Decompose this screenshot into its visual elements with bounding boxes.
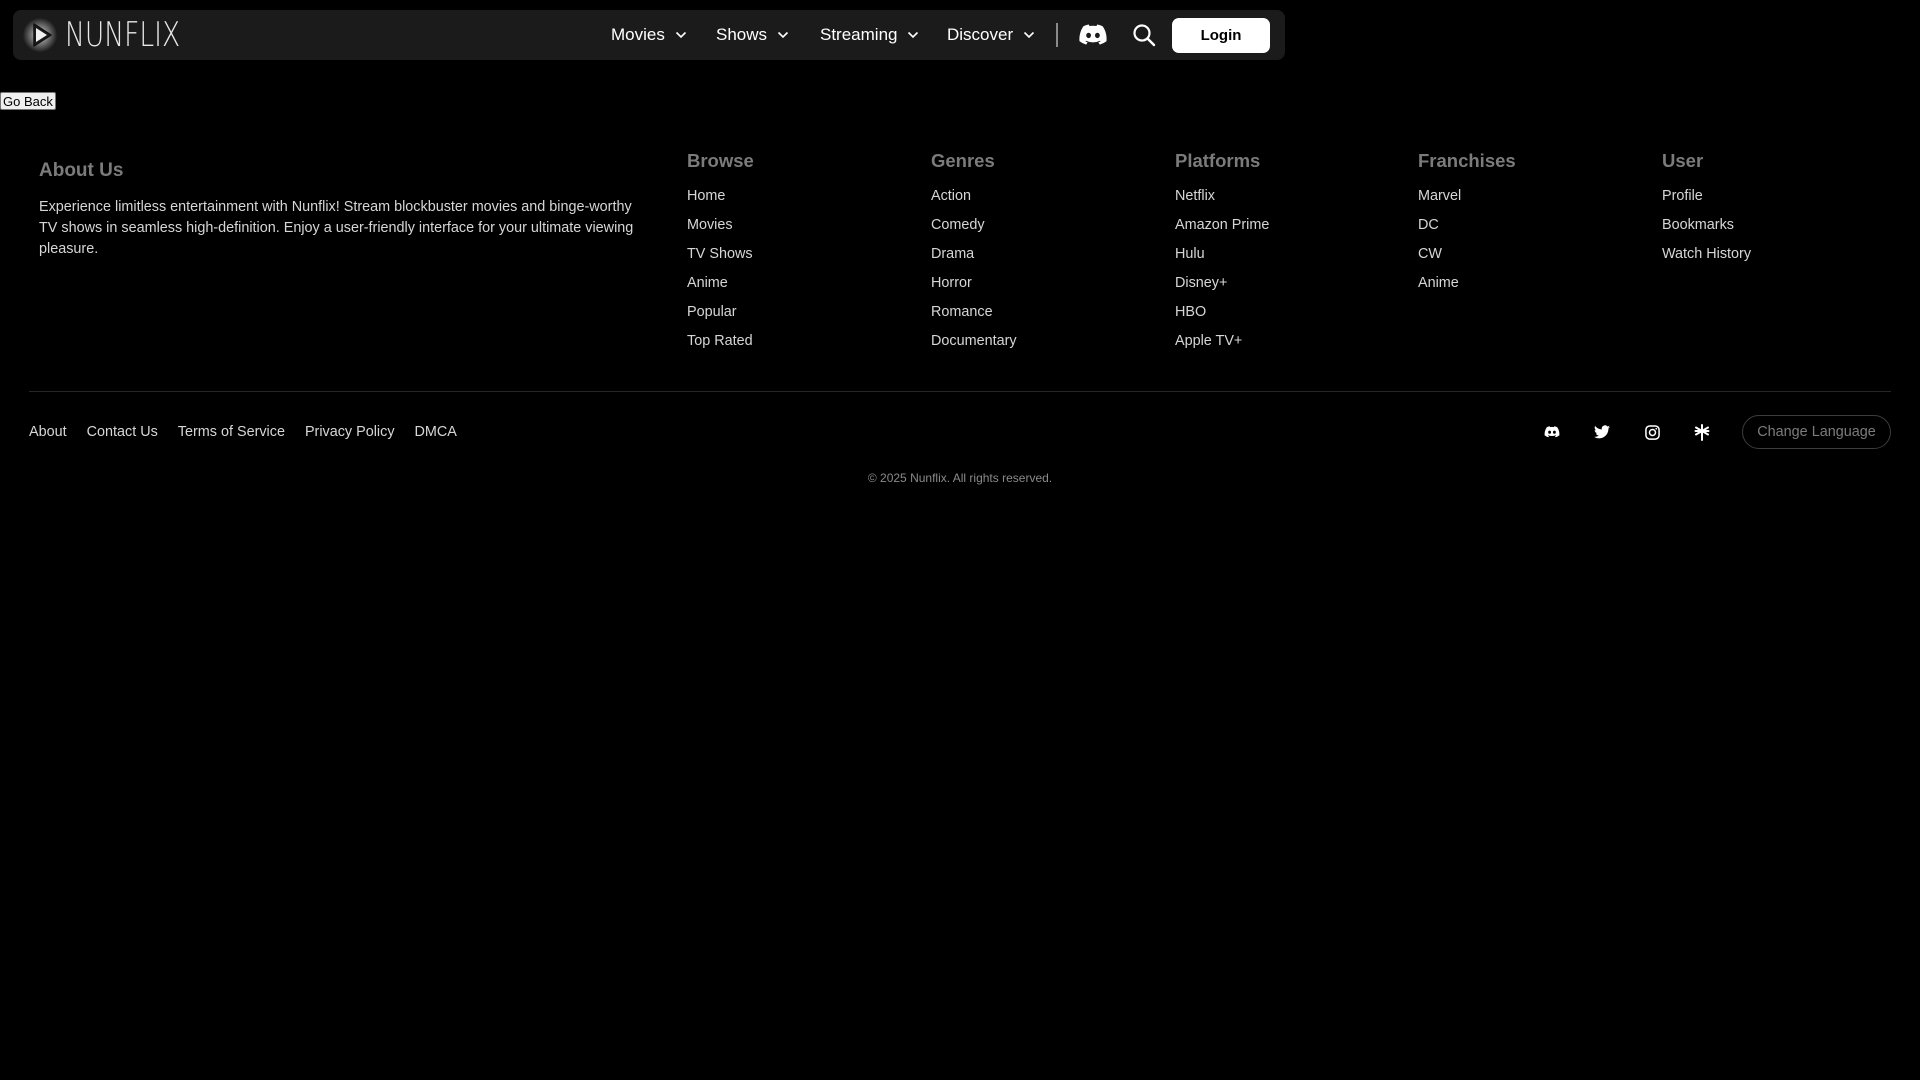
footer-link-popular[interactable]: Popular xyxy=(687,304,737,320)
footer-column-franchises: Franchises Marvel DC CW Anime xyxy=(1418,149,1638,291)
nav-discover-label: Discover xyxy=(947,25,1014,44)
instagram-icon[interactable] xyxy=(1641,421,1663,443)
footer-link-top-rated[interactable]: Top Rated xyxy=(687,333,753,349)
brand-logo[interactable]: NUNFLIX xyxy=(21,14,213,56)
change-language-button[interactable]: Change Language xyxy=(1742,415,1891,449)
footer-link-marvel[interactable]: Marvel xyxy=(1418,188,1461,204)
footer-link-privacy-policy[interactable]: Privacy Policy xyxy=(305,423,395,441)
footer-link-terms-of-service[interactable]: Terms of Service xyxy=(178,423,285,441)
go-back-button[interactable]: Go Back xyxy=(0,92,56,110)
footer-column-browse: Browse Home Movies TV Shows Anime Popula… xyxy=(687,149,907,349)
chevron-down-icon xyxy=(1023,31,1035,39)
copyright-text: © 2025 Nunflix. All rights reserved. xyxy=(867,471,1053,485)
genres-heading: Genres xyxy=(931,150,995,171)
play-logo-icon xyxy=(21,14,61,56)
footer-link-bookmarks[interactable]: Bookmarks xyxy=(1662,217,1734,233)
nav-movies-dropdown[interactable]: Movies xyxy=(611,10,687,60)
nav-divider xyxy=(1056,23,1058,47)
about-heading: About Us xyxy=(39,160,124,181)
login-button[interactable]: Login xyxy=(1172,18,1270,53)
footer-link-documentary[interactable]: Documentary xyxy=(931,333,1017,349)
top-navbar: NUNFLIX Movies Shows Streaming Discover xyxy=(13,10,1285,60)
footer-link-dmca[interactable]: DMCA xyxy=(415,423,457,441)
nav-shows-label: Shows xyxy=(716,25,768,44)
footer-link-profile[interactable]: Profile xyxy=(1662,188,1703,204)
linktree-icon[interactable] xyxy=(1691,421,1713,443)
platforms-heading: Platforms xyxy=(1175,150,1261,171)
footer-bottom-links: About Contact Us Terms of Service Privac… xyxy=(29,423,457,441)
footer-link-horror[interactable]: Horror xyxy=(931,275,972,291)
search-icon[interactable] xyxy=(1130,22,1158,48)
footer-column-platforms: Platforms Netflix Amazon Prime Hulu Disn… xyxy=(1175,149,1395,349)
footer-link-contact-us[interactable]: Contact Us xyxy=(87,423,158,441)
footer-divider xyxy=(29,391,1891,392)
footer-link-movies[interactable]: Movies xyxy=(687,217,733,233)
footer-link-amazon-prime[interactable]: Amazon Prime xyxy=(1175,217,1269,233)
footer-link-about[interactable]: About xyxy=(29,423,67,441)
footer-link-hbo[interactable]: HBO xyxy=(1175,304,1206,320)
footer-link-netflix[interactable]: Netflix xyxy=(1175,188,1215,204)
nav-movies-label: Movies xyxy=(611,25,665,44)
discord-icon[interactable] xyxy=(1079,22,1107,48)
footer-link-home[interactable]: Home xyxy=(687,188,725,204)
about-text: Experience limitless entertainment with … xyxy=(39,199,634,257)
user-heading: User xyxy=(1662,150,1704,171)
footer-link-action[interactable]: Action xyxy=(931,188,971,204)
footer-link-drama[interactable]: Drama xyxy=(931,246,974,262)
footer-link-comedy[interactable]: Comedy xyxy=(931,217,985,233)
footer-column-user: User Profile Bookmarks Watch History xyxy=(1662,149,1882,262)
footer-link-watch-history[interactable]: Watch History xyxy=(1662,246,1751,262)
twitter-icon[interactable] xyxy=(1591,421,1613,443)
brand-name: NUNFLIX xyxy=(65,15,181,55)
nav-streaming-label: Streaming xyxy=(820,25,898,44)
chevron-down-icon xyxy=(777,31,789,39)
about-section: About Us Experience limitless entertainm… xyxy=(39,159,639,260)
franchises-heading: Franchises xyxy=(1418,150,1516,171)
footer-link-anime[interactable]: Anime xyxy=(687,275,728,291)
footer-column-genres: Genres Action Comedy Drama Horror Romanc… xyxy=(931,149,1151,349)
chevron-down-icon xyxy=(675,31,687,39)
footer-link-tv-shows[interactable]: TV Shows xyxy=(687,246,753,262)
footer-link-franchise-anime[interactable]: Anime xyxy=(1418,275,1459,291)
discord-icon[interactable] xyxy=(1541,421,1563,443)
nav-discover-dropdown[interactable]: Discover xyxy=(947,10,1035,60)
browse-heading: Browse xyxy=(687,150,754,171)
footer-link-cw[interactable]: CW xyxy=(1418,246,1442,262)
footer-link-hulu[interactable]: Hulu xyxy=(1175,246,1205,262)
nav-streaming-dropdown[interactable]: Streaming xyxy=(820,10,919,60)
footer-link-disney-plus[interactable]: Disney+ xyxy=(1175,275,1227,291)
footer-link-dc[interactable]: DC xyxy=(1418,217,1439,233)
nav-shows-dropdown[interactable]: Shows xyxy=(716,10,789,60)
chevron-down-icon xyxy=(907,31,919,39)
footer-link-romance[interactable]: Romance xyxy=(931,304,993,320)
footer-link-apple-tv-plus[interactable]: Apple TV+ xyxy=(1175,333,1242,349)
